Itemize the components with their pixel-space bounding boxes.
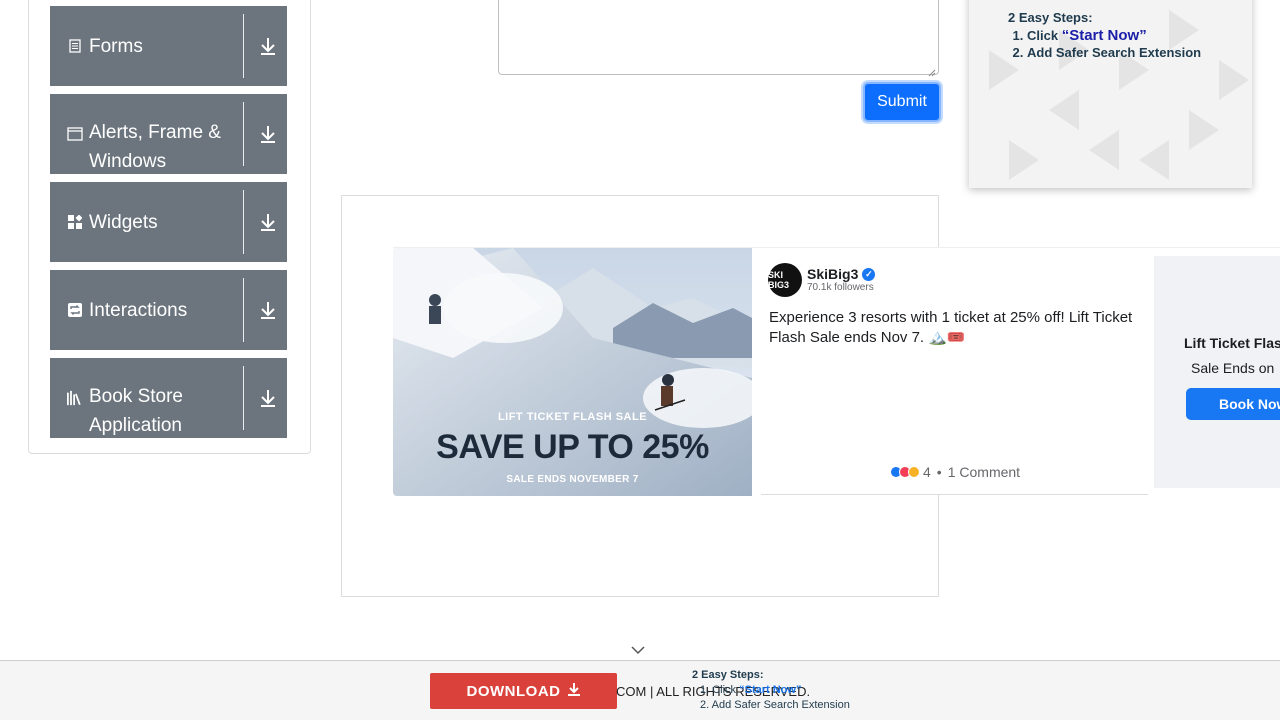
promo-steps-title: 2 Easy Steps: bbox=[1008, 10, 1093, 25]
footer-step-2: 2. Add Safer Search Extension bbox=[700, 699, 850, 711]
reaction-count: 4 bbox=[923, 464, 931, 480]
ad-image[interactable]: LIFT TICKET FLASH SALE SAVE UP TO 25% SA… bbox=[393, 248, 752, 496]
download-arrow-icon[interactable] bbox=[259, 300, 277, 320]
sidebar-item-alerts[interactable]: Alerts, Frame & Windows bbox=[50, 94, 287, 174]
footer-step-1: 1. Click “Start Now” bbox=[700, 684, 802, 696]
promo-steps-list: Click “Start Now” Add Safer Search Exten… bbox=[1027, 27, 1201, 61]
start-now-link[interactable]: “Start Now” bbox=[1062, 27, 1147, 44]
facebook-ad-card[interactable]: LIFT TICKET FLASH SALE SAVE UP TO 25% SA… bbox=[393, 247, 1280, 496]
footer-bar: DOWNLOAD COM | ALL RIGHTS RESERVED. 2 Ea… bbox=[0, 660, 1280, 720]
divider bbox=[761, 494, 1148, 495]
cta-subtitle: Sale Ends on bbox=[1191, 360, 1275, 376]
ad-image-headline: SAVE UP TO 25% bbox=[436, 428, 709, 466]
ad-reactions[interactable]: 4 • 1 Comment bbox=[890, 464, 1020, 480]
brand-logo[interactable]: SKI BIG3 bbox=[768, 263, 802, 297]
promo-step-1: Click “Start Now” bbox=[1027, 27, 1201, 44]
download-arrow-icon[interactable] bbox=[259, 212, 277, 232]
book-now-button[interactable]: Book Now bbox=[1186, 388, 1280, 420]
sidebar-item-widgets[interactable]: Widgets bbox=[50, 182, 287, 262]
submit-button[interactable]: Submit bbox=[863, 82, 941, 122]
sidebar-item-bookstore[interactable]: Book Store Application bbox=[50, 358, 287, 438]
comment-count[interactable]: 1 Comment bbox=[948, 464, 1020, 480]
sidebar-item-label: Interactions bbox=[89, 299, 188, 321]
chevron-down-icon[interactable] bbox=[631, 642, 645, 655]
divider bbox=[243, 14, 244, 78]
sidebar: Forms Alerts, Frame & Windows Widgets In… bbox=[28, 0, 311, 454]
download-icon bbox=[567, 682, 581, 700]
interactions-icon bbox=[67, 302, 83, 318]
sidebar-item-interactions[interactable]: Interactions bbox=[50, 270, 287, 350]
promo-card[interactable]: 2 Easy Steps: Click “Start Now” Add Safe… bbox=[969, 0, 1252, 188]
sidebar-item-label: Alerts, Frame & Windows bbox=[89, 122, 221, 172]
ad-body-text: Experience 3 resorts with 1 ticket at 25… bbox=[769, 309, 1133, 346]
divider bbox=[243, 278, 244, 342]
download-arrow-icon[interactable] bbox=[259, 36, 277, 56]
text-area-input[interactable] bbox=[498, 0, 939, 77]
ad-cta-panel[interactable]: Lift Ticket Flas Sale Ends on Book Now bbox=[1154, 256, 1280, 488]
divider bbox=[243, 190, 244, 254]
sidebar-item-forms[interactable]: Forms bbox=[50, 6, 287, 86]
widgets-icon bbox=[67, 214, 83, 230]
download-button[interactable]: DOWNLOAD bbox=[430, 673, 617, 709]
divider bbox=[243, 102, 244, 166]
sidebar-item-label: Book Store Application bbox=[89, 386, 183, 436]
reaction-icons bbox=[890, 466, 920, 478]
window-icon bbox=[67, 126, 83, 142]
download-arrow-icon[interactable] bbox=[259, 124, 277, 144]
verified-badge-icon: ✓ bbox=[862, 267, 876, 281]
divider bbox=[243, 366, 244, 430]
promo-step-2: Add Safer Search Extension bbox=[1027, 44, 1201, 61]
resize-handle-icon[interactable] bbox=[928, 64, 936, 77]
ad-followers: 70.1k followers bbox=[807, 282, 874, 293]
books-icon bbox=[67, 390, 83, 406]
cta-title: Lift Ticket Flas bbox=[1184, 335, 1280, 351]
download-arrow-icon[interactable] bbox=[259, 388, 277, 408]
start-now-link[interactable]: “Start Now” bbox=[739, 684, 801, 696]
sidebar-item-label: Widgets bbox=[89, 211, 158, 233]
sidebar-item-label: Forms bbox=[89, 35, 143, 57]
footer-steps-title: 2 Easy Steps: bbox=[692, 669, 764, 681]
ad-image-footer: SALE ENDS NOVEMBER 7 bbox=[506, 474, 639, 485]
bullet-separator: • bbox=[936, 464, 942, 480]
ad-brand-name[interactable]: SkiBig3 ✓ bbox=[807, 266, 876, 282]
ad-image-caption: LIFT TICKET FLASH SALE bbox=[497, 411, 648, 423]
document-icon bbox=[67, 38, 83, 54]
